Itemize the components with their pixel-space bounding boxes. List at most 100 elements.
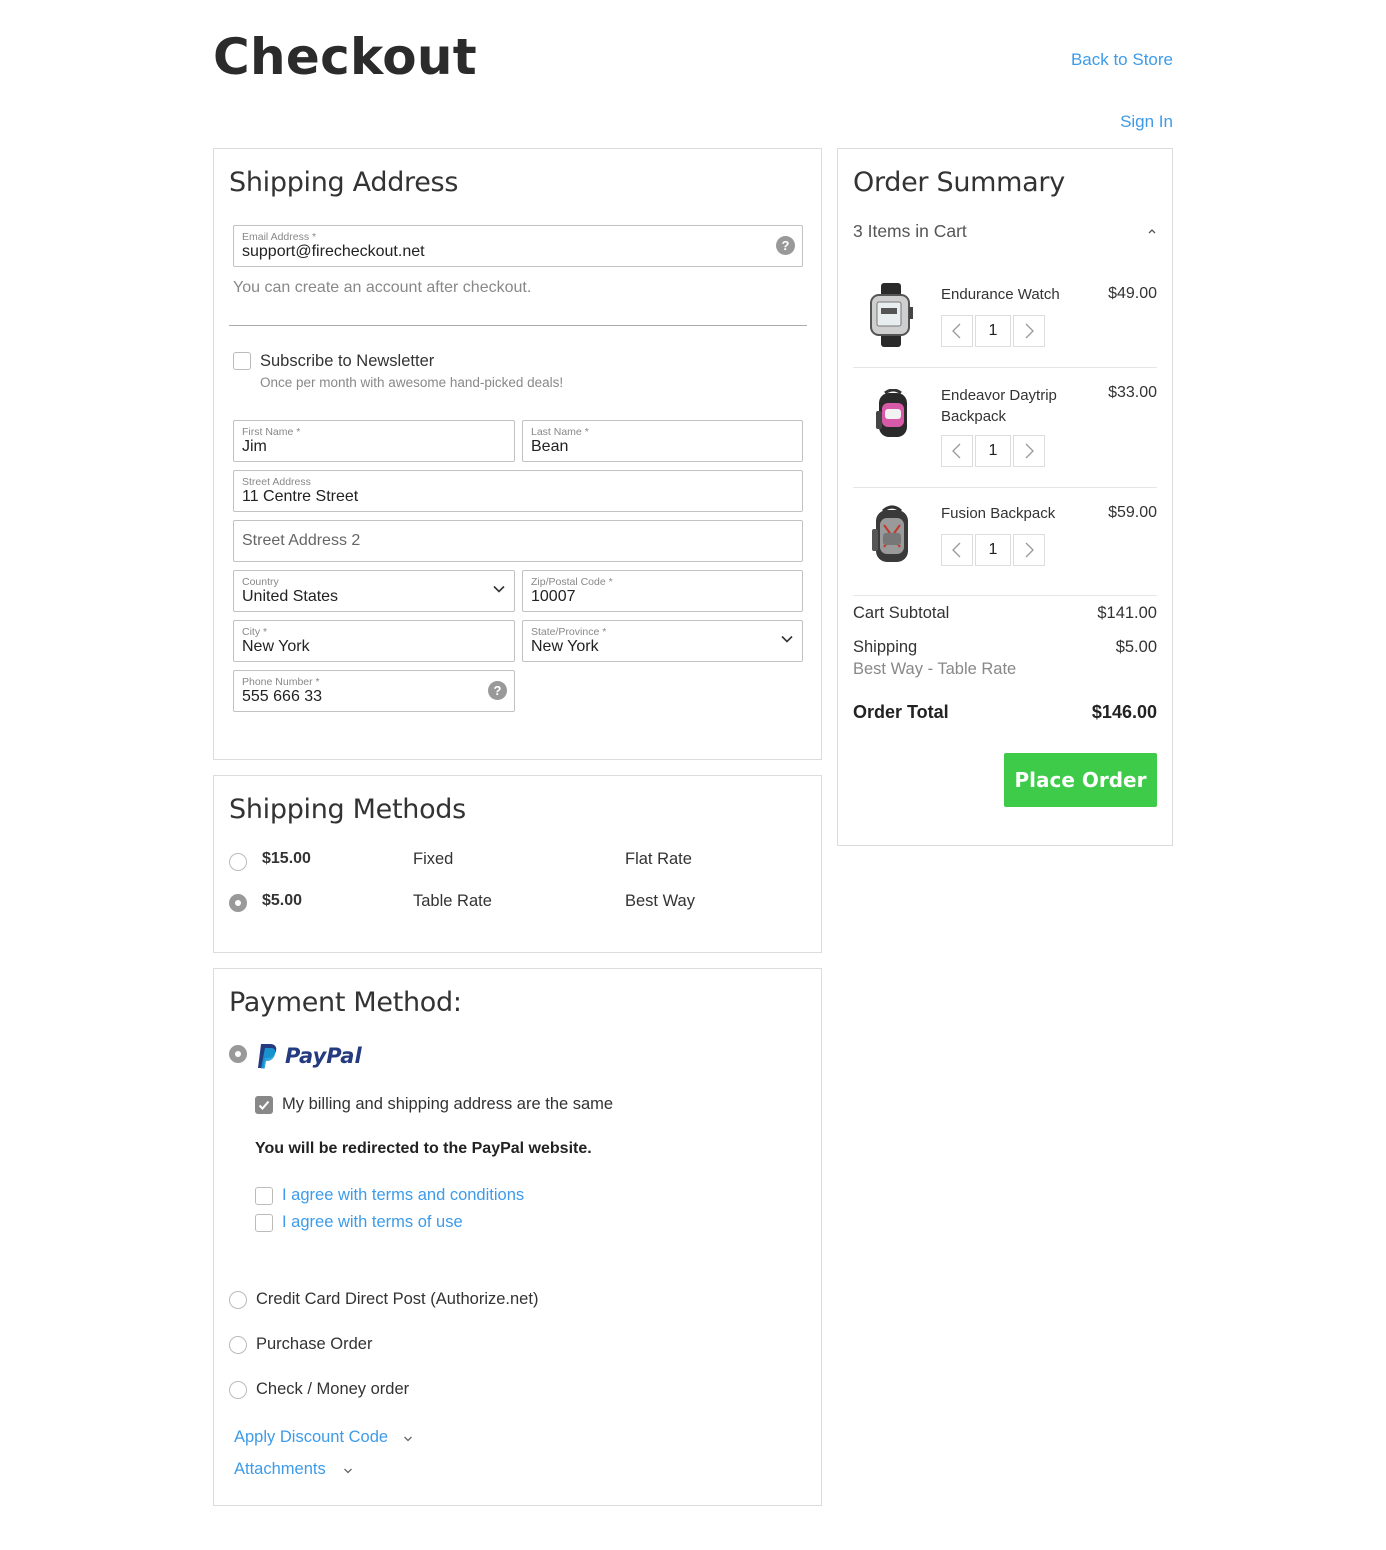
last-name-value: Bean [531, 438, 569, 455]
items-divider [853, 595, 1157, 596]
email-note: You can create an account after checkout… [233, 279, 532, 296]
backpack-pink-image [876, 389, 907, 437]
newsletter-checkbox[interactable] [233, 352, 251, 370]
watch-image [870, 283, 913, 347]
phone-field[interactable]: Phone Number * 555 666 33 ? [233, 670, 515, 712]
country-value: United States [242, 588, 339, 605]
chevron-right-icon [1025, 542, 1034, 558]
check-money-order-label[interactable]: Check / Money order [256, 1380, 409, 1399]
chevron-down-icon [493, 585, 505, 593]
items-in-cart-toggle[interactable]: 3 Items in Cart [853, 221, 967, 242]
chevron-left-icon [952, 443, 961, 459]
state-label: State/Province * [531, 626, 607, 638]
item-name: Endurance Watch [941, 286, 1060, 303]
qty-increase-button[interactable] [1013, 534, 1045, 566]
shipping-option-method: Table Rate [413, 892, 492, 910]
help-icon[interactable]: ? [488, 681, 507, 700]
city-field[interactable]: City * New York [233, 620, 515, 662]
shipping-method-note: Best Way - Table Rate [853, 660, 1017, 678]
help-icon[interactable]: ? [776, 236, 795, 255]
last-name-field[interactable]: Last Name * Bean [522, 420, 803, 462]
email-value: support@firecheckout.net [242, 243, 425, 260]
check-money-order-radio[interactable] [229, 1381, 247, 1399]
place-order-button[interactable]: Place Order [1004, 753, 1157, 807]
shipping-option-radio[interactable] [229, 853, 247, 871]
chevron-right-icon [1025, 323, 1034, 339]
shipping-label: Shipping [853, 638, 918, 656]
item-price: $33.00 [1108, 384, 1157, 401]
street-address-field[interactable]: Street Address 11 Centre Street [233, 470, 803, 512]
newsletter-label[interactable]: Subscribe to Newsletter [260, 352, 434, 371]
shipping-option-price: $5.00 [262, 892, 303, 909]
qty-increase-button[interactable] [1013, 435, 1045, 467]
street-address-2-field[interactable]: Street Address 2 [233, 520, 803, 562]
country-select[interactable]: Country United States [233, 570, 515, 612]
back-to-store-link[interactable]: Back to Store [1071, 50, 1173, 70]
zip-field[interactable]: Zip/Postal Code * 10007 [522, 570, 803, 612]
email-label: Email Address * [242, 231, 317, 243]
chevron-down-icon [344, 1468, 352, 1474]
divider [229, 325, 807, 326]
street-address-2-placeholder: Street Address 2 [242, 532, 361, 549]
qty-increase-button[interactable] [1013, 315, 1045, 347]
qty-decrease-button[interactable] [941, 435, 973, 467]
qty-decrease-button[interactable] [941, 315, 973, 347]
shipping-methods-panel: Shipping Methods $15.00 Fixed Flat Rate … [213, 775, 822, 953]
state-value: New York [531, 638, 599, 655]
qty-input[interactable]: 1 [975, 534, 1011, 566]
attachments-link[interactable]: Attachments [234, 1460, 326, 1479]
first-name-label: First Name * [242, 426, 301, 438]
order-total-label: Order Total [853, 702, 949, 722]
apply-discount-link[interactable]: Apply Discount Code [234, 1428, 388, 1447]
order-summary-title: Order Summary [853, 167, 1065, 198]
subtotal-label: Cart Subtotal [853, 604, 950, 622]
order-total-value: $146.00 [1091, 702, 1157, 722]
billing-same-label[interactable]: My billing and shipping address are the … [282, 1095, 613, 1114]
zip-value: 10007 [531, 588, 576, 605]
payment-method-panel: Payment Method: PayPal My billing and sh… [213, 968, 822, 1506]
shipping-option-method: Fixed [413, 850, 454, 868]
item-name: Endeavor Daytrip Backpack [941, 387, 1057, 425]
phone-value: 555 666 33 [242, 688, 323, 705]
qty-input[interactable]: 1 [975, 315, 1011, 347]
chevron-left-icon [952, 542, 961, 558]
paypal-logo-icon [258, 1044, 277, 1069]
terms-of-use-link[interactable]: I agree with terms of use [282, 1213, 463, 1232]
chevron-right-icon [1025, 443, 1034, 459]
terms-conditions-checkbox[interactable] [255, 1187, 273, 1205]
order-summary-panel: Order Summary 3 Items in Cart Endurance … [837, 148, 1173, 846]
first-name-field[interactable]: First Name * Jim [233, 420, 515, 462]
state-select[interactable]: State/Province * New York [522, 620, 803, 662]
purchase-order-radio[interactable] [229, 1336, 247, 1354]
last-name-label: Last Name * [531, 426, 589, 438]
item-divider [853, 487, 1157, 488]
chevron-down-icon [781, 635, 793, 643]
item-price: $49.00 [1108, 285, 1157, 302]
sign-in-link[interactable]: Sign In [1120, 112, 1173, 132]
purchase-order-label[interactable]: Purchase Order [256, 1335, 372, 1354]
credit-card-radio[interactable] [229, 1291, 247, 1309]
terms-of-use-checkbox[interactable] [255, 1214, 273, 1232]
country-label: Country [242, 576, 279, 588]
qty-decrease-button[interactable] [941, 534, 973, 566]
paypal-radio[interactable] [229, 1045, 247, 1063]
qty-input[interactable]: 1 [975, 435, 1011, 467]
billing-same-checkbox[interactable] [255, 1096, 273, 1114]
terms-conditions-link[interactable]: I agree with terms and conditions [282, 1186, 524, 1205]
street-address-value: 11 Centre Street [242, 488, 359, 505]
shipping-option-price: $15.00 [262, 850, 311, 867]
first-name-value: Jim [242, 438, 267, 455]
page-title: Checkout [213, 28, 477, 86]
shipping-methods-title: Shipping Methods [229, 794, 466, 825]
subtotal-value: $141.00 [1097, 604, 1157, 622]
chevron-left-icon [952, 323, 961, 339]
paypal-logo-text: PayPal [285, 1044, 362, 1068]
credit-card-label[interactable]: Credit Card Direct Post (Authorize.net) [256, 1290, 538, 1309]
email-field[interactable]: Email Address * support@firecheckout.net… [233, 225, 803, 267]
phone-label: Phone Number * [242, 676, 320, 688]
shipping-option-radio[interactable] [229, 894, 247, 912]
shipping-option-carrier: Best Way [625, 892, 695, 910]
payment-method-title: Payment Method: [229, 987, 462, 1018]
shipping-address-title: Shipping Address [229, 167, 459, 198]
chevron-up-icon[interactable] [1147, 227, 1157, 235]
